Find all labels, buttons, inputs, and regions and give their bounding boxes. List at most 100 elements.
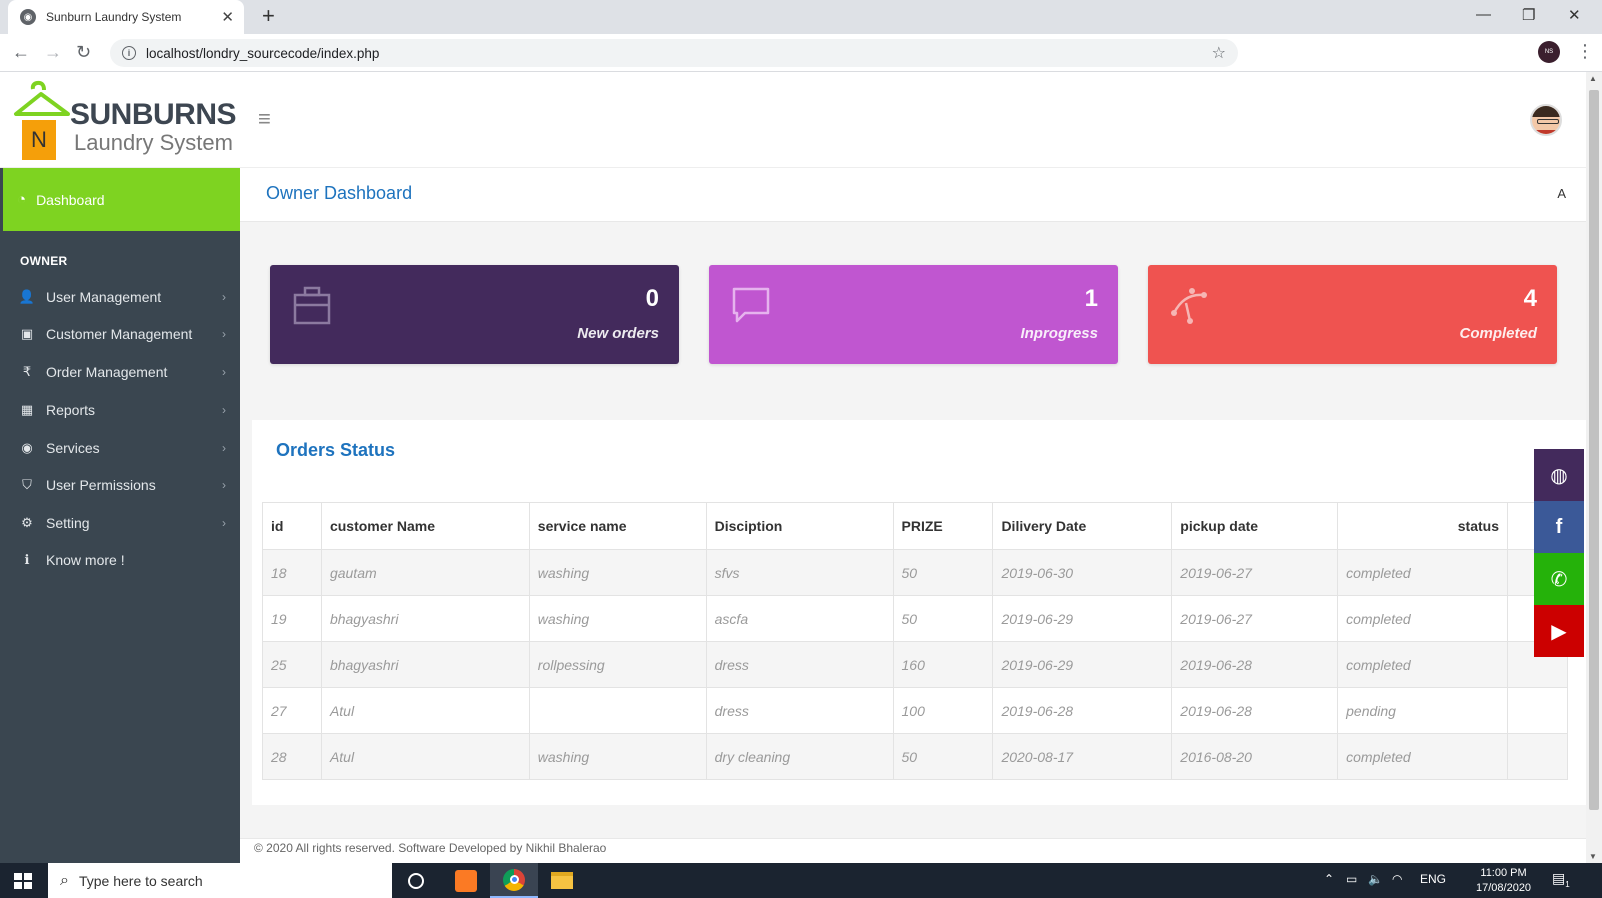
column-header-id[interactable]: id <box>262 502 322 550</box>
notification-count: 1 <box>1565 879 1570 889</box>
taskbar-clock[interactable]: 11:00 PM 17/08/2020 <box>1476 866 1531 896</box>
youtube-button[interactable]: ▶ <box>1534 605 1584 657</box>
taskbar-search-placeholder: Type here to search <box>78 872 203 889</box>
dribbble-button[interactable]: ◍ <box>1534 449 1584 501</box>
new-orders-card[interactable]: 0 New orders <box>270 265 679 364</box>
cell-pickup-date: 2019-06-27 <box>1171 549 1339 596</box>
breadcrumb[interactable]: A <box>1557 186 1566 201</box>
top-navbar: N SUNBURNS Laundry System ≡ <box>0 72 1586 168</box>
wifi-icon[interactable]: ◠ <box>1392 872 1402 886</box>
column-header-pickup-date[interactable]: pickup date <box>1171 502 1339 550</box>
dribbble-icon: ◍ <box>1550 464 1568 487</box>
sidebar-item-label: Setting <box>46 515 90 531</box>
contact-card-icon: ▣ <box>20 326 34 341</box>
chevron-right-icon: › <box>222 327 226 341</box>
maximize-button[interactable]: ❐ <box>1522 6 1535 24</box>
cell-customer: bhagyashri <box>320 595 530 642</box>
scroll-up-icon[interactable]: ▲ <box>1589 74 1597 83</box>
scroll-down-icon[interactable]: ▼ <box>1589 852 1597 861</box>
table-row: 28 Atul washing dry cleaning 50 2020-08-… <box>262 733 1568 780</box>
chrome-app-button[interactable] <box>490 863 538 898</box>
notifications-icon[interactable]: ▤1 <box>1552 870 1570 889</box>
info-icon[interactable]: i <box>122 46 136 60</box>
tab-title: Sunburn Laundry System <box>46 10 182 24</box>
close-window-button[interactable]: ✕ <box>1568 6 1581 24</box>
cell-description: sfvs <box>705 549 894 596</box>
cell-service: washing <box>528 595 707 642</box>
cell-pickup-date: 2019-06-27 <box>1171 595 1339 642</box>
sidebar-item-services[interactable]: ◉ Services › <box>0 429 240 467</box>
whatsapp-button[interactable]: ✆ <box>1534 553 1584 605</box>
page-title: Owner Dashboard <box>266 183 413 203</box>
sidebar-item-dashboard[interactable]: ◔ Dashboard <box>3 168 240 231</box>
column-header-status[interactable]: status <box>1337 502 1508 550</box>
sidebar-item-customer-management[interactable]: ▣ Customer Management › <box>0 315 240 353</box>
volume-icon[interactable]: 🔈 <box>1368 872 1383 886</box>
completed-card[interactable]: 4 Completed <box>1148 265 1557 364</box>
bookmark-star-icon[interactable]: ☆ <box>1212 43 1226 63</box>
browser-menu-icon[interactable]: ⋮ <box>1576 41 1594 62</box>
footer-text: © 2020 All rights reserved. Software Dev… <box>254 841 607 855</box>
table-row: 18 gautam washing sfvs 50 2019-06-30 201… <box>262 549 1568 596</box>
chevron-right-icon: › <box>222 516 226 530</box>
search-icon: ⌕ <box>60 871 69 889</box>
chat-bubble-icon <box>732 287 770 323</box>
cell-prize: 50 <box>892 549 994 596</box>
cell-customer: Atul <box>320 687 530 734</box>
facebook-button[interactable]: f <box>1534 501 1584 553</box>
column-header-prize[interactable]: PRIZE <box>892 502 994 550</box>
address-bar[interactable]: i localhost/londry_sourcecode/index.php … <box>110 39 1238 67</box>
dashboard-icon: ◔ <box>17 191 27 208</box>
gear-icon: ⚙ <box>21 515 33 530</box>
taskbar-search-box[interactable]: ⌕ Type here to search <box>48 863 392 898</box>
forward-button[interactable]: → <box>44 42 62 62</box>
chevron-right-icon: › <box>222 365 226 379</box>
reload-button[interactable]: ↻ <box>76 42 91 62</box>
logo-subtitle: Laundry System <box>74 130 233 155</box>
chrome-icon <box>503 868 525 891</box>
menu-toggle-icon[interactable]: ≡ <box>258 106 271 132</box>
browser-toolbar: ← → ↻ i localhost/londry_sourcecode/inde… <box>0 34 1602 72</box>
scrollbar-thumb[interactable] <box>1589 90 1599 810</box>
column-header-service-name[interactable]: service name <box>528 502 707 550</box>
browser-profile-avatar[interactable]: NS <box>1538 41 1560 63</box>
xampp-app-button[interactable] <box>442 863 490 898</box>
column-header-description[interactable]: Disciption <box>705 502 894 550</box>
sidebar-item-user-management[interactable]: 👤 User Management › <box>0 278 240 316</box>
sidebar-item-reports[interactable]: ▦ Reports › <box>0 391 240 429</box>
browser-tab[interactable]: ◉ Sunburn Laundry System ✕ <box>8 0 244 34</box>
cell-customer: Atul <box>320 733 530 780</box>
sidebar-item-user-permissions[interactable]: ⛉ User Permissions › <box>0 466 240 504</box>
sidebar-item-know-more[interactable]: ℹ Know more ! <box>0 541 240 579</box>
windows-start-icon[interactable] <box>14 873 32 889</box>
cell-status: pending <box>1337 687 1508 734</box>
chevron-right-icon: › <box>222 403 226 417</box>
inprogress-card[interactable]: 1 Inprogress <box>709 265 1118 364</box>
close-tab-icon[interactable]: ✕ <box>221 8 234 26</box>
column-header-customer-name[interactable]: customer Name <box>320 502 530 550</box>
page-viewport: N SUNBURNS Laundry System ≡ ◔ Dashboard … <box>0 72 1586 863</box>
task-view-button[interactable] <box>392 863 440 898</box>
user-avatar[interactable] <box>1530 104 1562 136</box>
cell-customer: bhagyashri <box>320 641 530 688</box>
cell-description: ascfa <box>705 595 894 642</box>
page-scrollbar[interactable]: ▲ ▼ <box>1586 72 1602 863</box>
url-text[interactable]: localhost/londry_sourcecode/index.php <box>146 46 1212 61</box>
logo-letter: N <box>22 120 56 160</box>
minimize-button[interactable]: — <box>1476 6 1491 23</box>
logo[interactable]: N SUNBURNS Laundry System <box>10 76 240 162</box>
file-explorer-button[interactable] <box>538 863 586 898</box>
cell-status: completed <box>1337 595 1508 642</box>
language-indicator[interactable]: ENG <box>1420 872 1446 886</box>
sidebar-heading: OWNER <box>20 254 68 268</box>
xampp-icon <box>455 869 477 892</box>
column-header-delivery-date[interactable]: Dilivery Date <box>992 502 1173 550</box>
sidebar-item-order-management[interactable]: ₹ Order Management › <box>0 353 240 391</box>
back-button[interactable]: ← <box>12 42 30 62</box>
cell-description: dry cleaning <box>705 733 894 780</box>
new-tab-button[interactable]: + <box>262 4 275 28</box>
briefcase-icon <box>293 286 331 325</box>
sidebar-item-setting[interactable]: ⚙ Setting › <box>0 504 240 542</box>
battery-icon[interactable]: ▭ <box>1346 872 1357 886</box>
tray-chevron-icon[interactable]: ⌃ <box>1324 872 1334 886</box>
